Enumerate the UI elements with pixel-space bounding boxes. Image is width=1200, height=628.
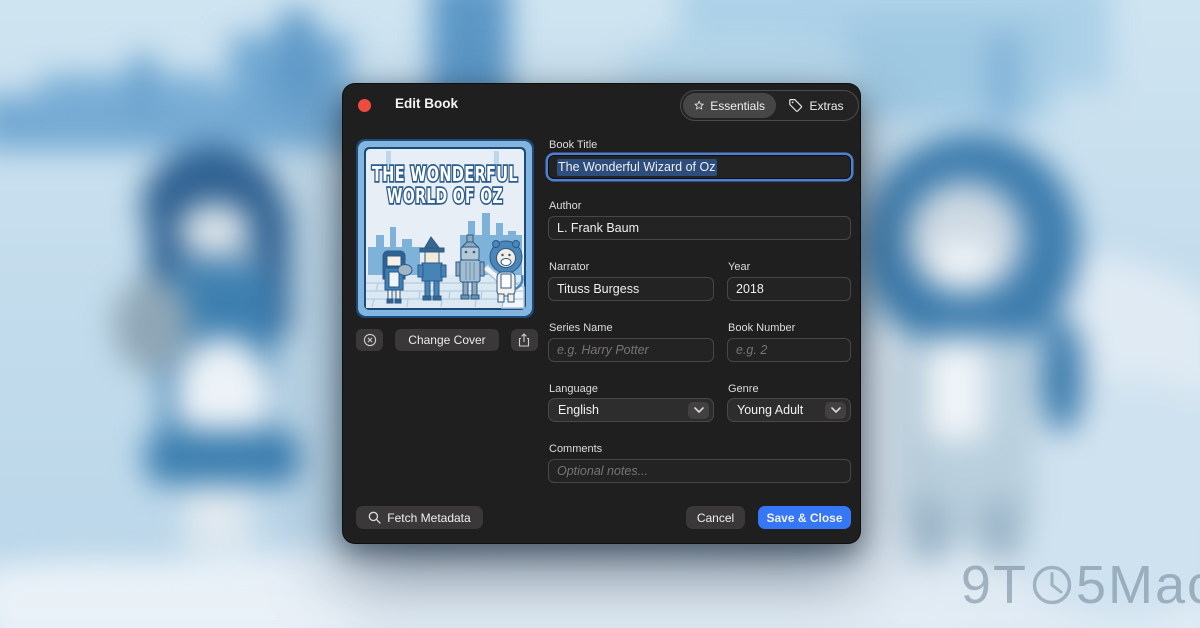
cancel-button[interactable]: Cancel <box>686 506 745 529</box>
watermark-9to5mac: 9T 5Mac <box>961 554 1200 616</box>
star-icon <box>694 98 704 113</box>
author-input[interactable] <box>557 221 842 235</box>
comments-input[interactable] <box>557 464 842 478</box>
remove-cover-button[interactable] <box>356 329 383 351</box>
book-number-label: Book Number <box>728 322 795 334</box>
author-label: Author <box>549 200 581 212</box>
tab-extras[interactable]: Extras <box>776 93 856 118</box>
book-title-input[interactable]: The Wonderful Wizard of Oz <box>548 155 851 179</box>
cover-actions: Change Cover <box>356 329 538 351</box>
tag-icon <box>788 98 803 113</box>
narrator-label: Narrator <box>549 261 589 273</box>
comments-field <box>548 459 851 483</box>
watermark-suffix: 5Mac <box>1076 554 1200 616</box>
clock-icon <box>1031 564 1073 606</box>
chevron-down-icon <box>688 402 709 419</box>
share-icon <box>517 333 531 348</box>
book-title-selected-text: The Wonderful Wizard of Oz <box>557 159 717 176</box>
book-cover: THE WONDERFUL WORLD OF OZ <box>356 139 534 318</box>
genre-value: Young Adult <box>737 403 803 417</box>
book-number-field <box>727 338 851 362</box>
language-value: English <box>558 403 599 417</box>
author-field <box>548 216 851 240</box>
fetch-metadata-label: Fetch Metadata <box>387 511 470 525</box>
close-window-button[interactable] <box>358 99 371 112</box>
watermark-prefix: 9T <box>961 554 1028 616</box>
cancel-label: Cancel <box>697 511 734 525</box>
tab-essentials[interactable]: Essentials <box>683 93 776 118</box>
series-name-field <box>548 338 714 362</box>
year-label: Year <box>728 261 750 273</box>
share-cover-button[interactable] <box>511 329 538 351</box>
search-icon <box>368 511 381 524</box>
tab-extras-label: Extras <box>809 99 843 113</box>
save-close-label: Save & Close <box>766 511 842 525</box>
comments-label: Comments <box>549 443 602 455</box>
cover-title-line2: WORLD OF OZ <box>387 184 503 208</box>
change-cover-button[interactable]: Change Cover <box>395 329 498 351</box>
year-input[interactable] <box>736 282 842 296</box>
series-name-label: Series Name <box>549 322 613 334</box>
edit-book-dialog: Edit Book Essentials Extras THE <box>342 83 861 544</box>
circle-x-icon <box>363 333 377 347</box>
year-field <box>727 277 851 301</box>
narrator-input[interactable] <box>557 282 705 296</box>
tab-essentials-label: Essentials <box>710 99 765 113</box>
save-close-button[interactable]: Save & Close <box>758 506 851 529</box>
language-dropdown[interactable]: English <box>548 398 714 422</box>
series-name-input[interactable] <box>557 343 705 357</box>
cover-title-line1: THE WONDERFUL <box>372 162 518 186</box>
narrator-field <box>548 277 714 301</box>
book-number-input[interactable] <box>736 343 842 357</box>
dialog-title: Edit Book <box>395 96 458 111</box>
chevron-down-icon <box>825 402 846 419</box>
change-cover-label: Change Cover <box>408 333 485 347</box>
tab-switcher: Essentials Extras <box>680 90 859 121</box>
book-title-label: Book Title <box>549 139 597 151</box>
genre-label: Genre <box>728 383 759 395</box>
language-label: Language <box>549 383 598 395</box>
genre-dropdown[interactable]: Young Adult <box>727 398 851 422</box>
fetch-metadata-button[interactable]: Fetch Metadata <box>356 506 483 529</box>
